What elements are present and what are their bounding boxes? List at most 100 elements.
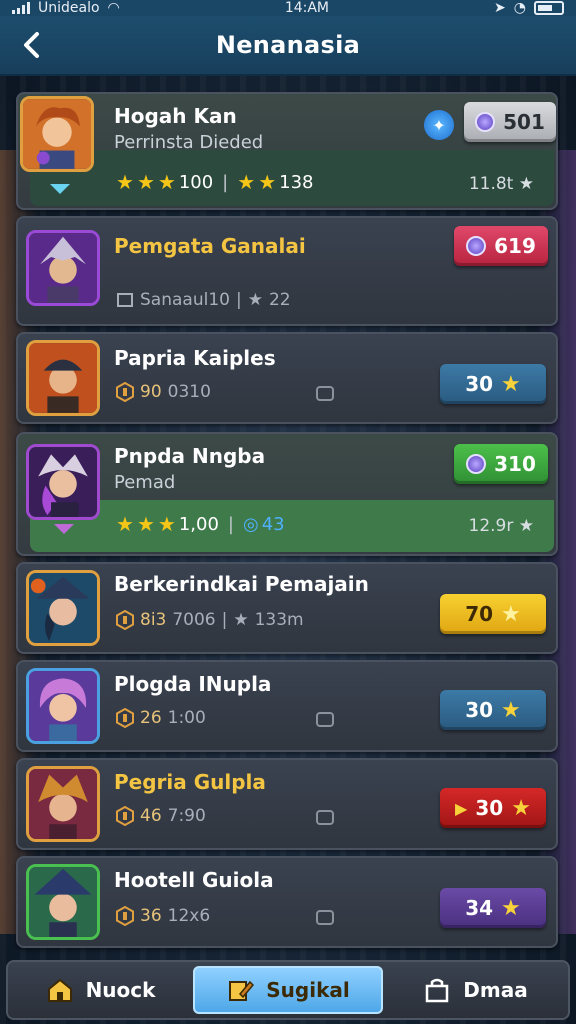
alarm-icon: ◔ — [513, 0, 526, 16]
edit-icon — [229, 980, 255, 1001]
nav-label: Nuock — [85, 978, 156, 1002]
score-badge[interactable]: 70 ★ — [440, 594, 546, 634]
star-icon: ★ — [116, 170, 134, 194]
list-item[interactable]: Pnpda Nngba Pemad 310 ★ ★ ★ 1,00 | ◎ 43 12… — [16, 432, 558, 556]
star-icon: ★ — [247, 290, 263, 310]
clock: 14:AM — [284, 0, 329, 16]
player-name: Hogah Kan — [114, 104, 237, 128]
chevron-down-icon — [54, 524, 74, 534]
stat-value: 46 — [140, 806, 162, 826]
gem-icon — [475, 112, 496, 132]
rating-value: 138 — [279, 171, 314, 193]
separator: | — [227, 513, 234, 535]
score-badge[interactable]: ▶ 30 ★ — [440, 788, 546, 828]
star-icon: ★ — [136, 512, 155, 536]
separator: | — [235, 290, 242, 310]
stat-value: 8i3 — [140, 610, 167, 630]
play-icon: ▶ — [455, 798, 468, 818]
list-item[interactable]: Papria Kaiples 90 0310 30 ★ — [16, 332, 558, 424]
score-badge[interactable]: 34 ★ — [440, 888, 546, 928]
player-name: Berkerindkai Pemajain — [114, 572, 369, 596]
bag-icon — [426, 978, 449, 1003]
score-badge[interactable]: 30 ★ — [440, 690, 546, 730]
app-header: Nenanasia — [0, 16, 576, 76]
chevron-left-icon — [24, 32, 39, 58]
nav-item-home[interactable]: Nuock — [8, 966, 193, 1014]
separator: | — [222, 171, 229, 193]
nav-item-center[interactable]: Sugikal — [193, 966, 383, 1014]
score-badge[interactable]: 501 — [464, 102, 556, 142]
gem-icon — [466, 454, 487, 474]
star-icon: ★ — [157, 170, 176, 194]
score-badge[interactable]: 619 — [454, 226, 548, 266]
home-icon — [47, 978, 72, 1002]
score-badge[interactable]: 310 — [454, 444, 548, 484]
avatar — [26, 864, 100, 940]
star-icon: ★ — [501, 895, 521, 921]
star-icon: ★ — [157, 512, 176, 536]
badge-value: 70 — [465, 602, 494, 626]
badge-value: 501 — [503, 110, 545, 134]
lock-icon — [316, 386, 334, 401]
lock-icon — [316, 810, 334, 825]
stats-row: Sanaaul10 | ★ 22 — [116, 290, 291, 310]
stat-value: 90 — [140, 382, 162, 402]
score-badge[interactable]: 30 ★ — [440, 364, 546, 404]
carrier-label: Unidealo — [38, 0, 100, 16]
back-button[interactable] — [18, 30, 46, 60]
player-name: Papria Kaiples — [114, 346, 276, 370]
status-bar: Unidealo ◠ 14:AM ➤ ◔ — [0, 0, 576, 16]
stat-value: 26 — [140, 708, 162, 728]
stat-value: 36 — [140, 906, 162, 926]
badge-value: 34 — [465, 896, 494, 920]
badge-value: 30 — [465, 372, 494, 396]
avatar — [20, 96, 94, 172]
hex-coin-icon — [116, 708, 134, 728]
verified-icon: ✦ — [424, 110, 454, 140]
stat-value: 22 — [268, 290, 291, 310]
list-item[interactable]: Pegria Gulpla 46 7:90 ▶ 30 ★ — [16, 758, 558, 850]
player-name: Pnpda Nngba — [114, 444, 266, 468]
hex-coin-icon — [116, 382, 134, 402]
stat-value: Sanaaul10 — [140, 290, 230, 310]
star-icon: ★ — [116, 512, 134, 536]
list-item[interactable]: Hogah Kan Perrinsta Dieded ✦ 501 ★ ★ ★ 100… — [16, 92, 558, 210]
hex-coin-icon — [116, 906, 134, 926]
star-icon: ★ — [136, 170, 155, 194]
stats-row: 46 7:90 — [116, 806, 206, 826]
star-icon: ★ — [501, 371, 521, 397]
box-icon — [117, 293, 133, 307]
player-name: Pemgata Ganalai — [114, 234, 306, 258]
list-item[interactable]: Hootell Guiola 36 12x6 34 ★ — [16, 856, 558, 948]
list-item[interactable]: Plogda INupla 26 1:00 30 ★ — [16, 660, 558, 752]
star-icon: ★ — [511, 795, 531, 821]
avatar — [26, 340, 100, 416]
stat-value: 133m — [254, 610, 304, 630]
list-item[interactable]: Berkerindkai Pemajain 8i3 7006 | ★ 133m … — [16, 562, 558, 654]
star-icon: ★ — [518, 174, 534, 194]
badge-value: 30 — [465, 698, 494, 722]
nav-label: Dmaa — [463, 978, 528, 1002]
signal-icon — [12, 2, 30, 14]
gem-icon — [466, 236, 487, 256]
bottom-nav: Nuock Sugikal Dmaa — [6, 960, 570, 1020]
stat-value: 7:90 — [167, 806, 206, 826]
list-item[interactable]: Pemgata Ganalai 619 Sanaaul10 | ★ 22 — [16, 216, 558, 326]
nav-label: Sugikal — [266, 978, 350, 1002]
location-icon: ➤ — [494, 0, 506, 16]
player-name: Hootell Guiola — [114, 868, 274, 892]
star-icon: ★ — [501, 601, 521, 627]
avatar — [26, 570, 100, 646]
stats-row: 8i3 7006 | ★ 133m — [116, 610, 304, 630]
nav-item-right[interactable]: Dmaa — [383, 966, 568, 1014]
avatar — [26, 230, 100, 306]
rating-row: ★ ★ ★ 100 | ★ ★ 138 — [116, 170, 313, 194]
star-icon: ★ — [258, 170, 277, 194]
star-icon: ★ — [237, 170, 256, 194]
rating-row: ★ ★ ★ 1,00 | ◎ 43 — [116, 512, 285, 536]
badge-value: 30 — [475, 796, 504, 820]
row-note: 12.9r ★ — [469, 516, 535, 536]
player-subtitle: Perrinsta Dieded — [114, 132, 264, 153]
star-icon: ★ — [501, 697, 521, 723]
hex-coin-icon — [116, 610, 134, 630]
